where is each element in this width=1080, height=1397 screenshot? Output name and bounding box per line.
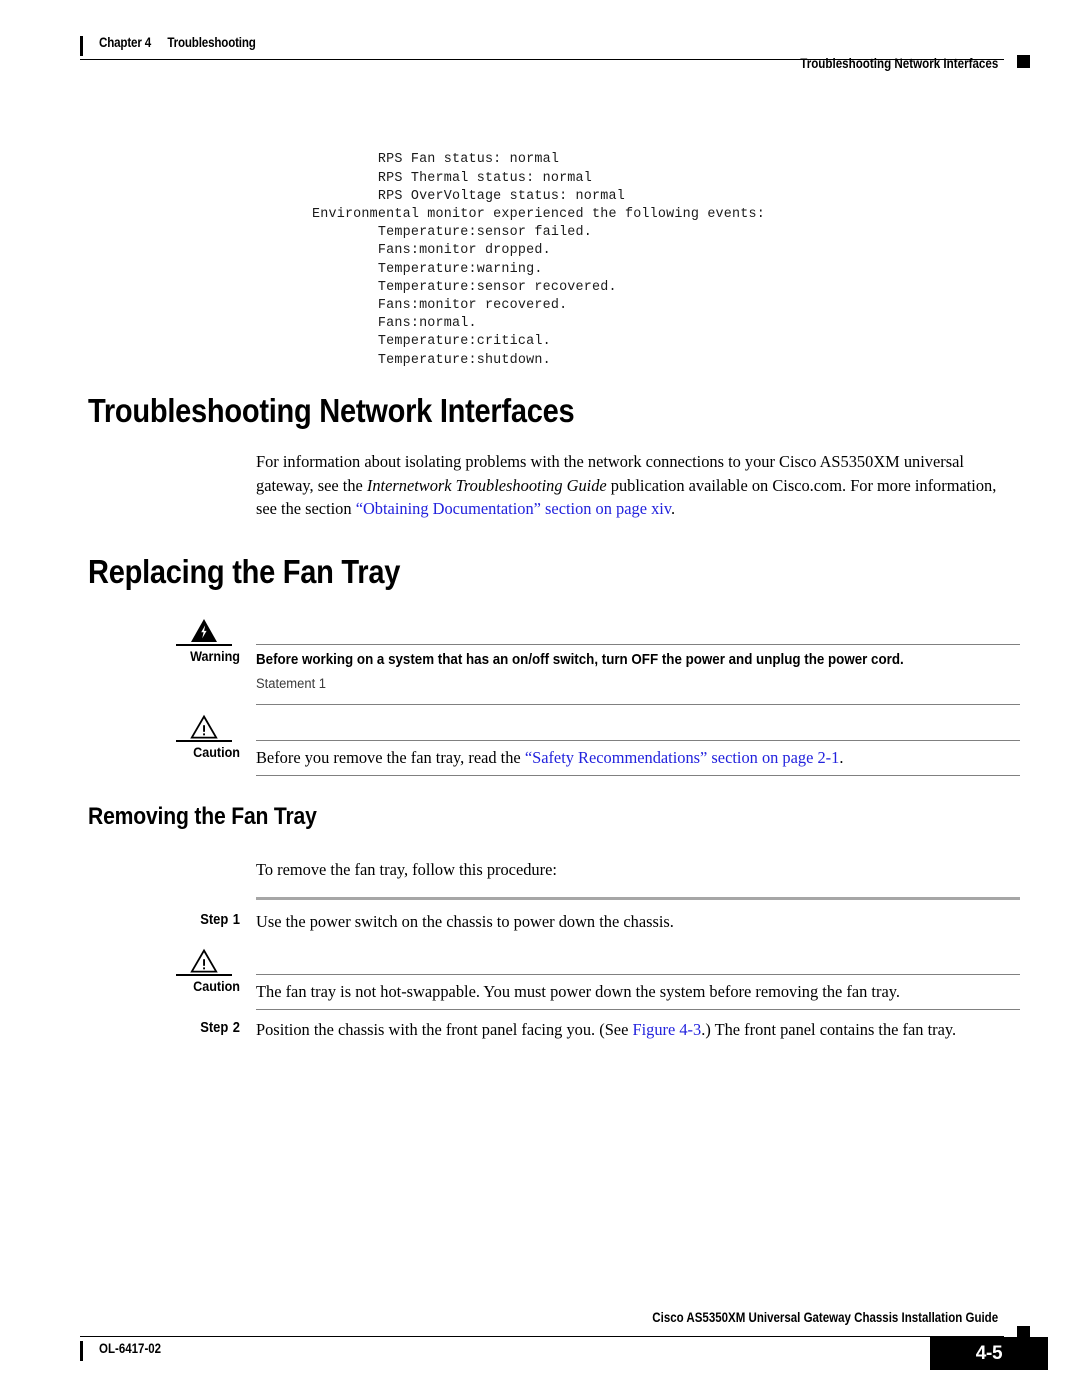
warning-icon-underline-rule <box>176 644 232 646</box>
step-2-label-word: Step <box>200 1020 229 1036</box>
section-heading-replacing-the-fan-tray: Replacing the Fan Tray <box>88 553 401 590</box>
procedure-top-rule <box>256 897 1020 900</box>
warning-bottom-rule <box>256 704 1020 705</box>
caution-exclamation-triangle-icon <box>182 714 226 740</box>
breadcrumb-chapter-number: Chapter 4 <box>99 35 152 50</box>
caution-1-text-part-2: . <box>839 748 844 767</box>
caution-1-text-part-1: Before you remove the fan tray, read the <box>256 748 525 767</box>
breadcrumb-chapter-title: Troubleshooting <box>167 35 256 50</box>
step-2-text-part-1: Position the chassis with the front pane… <box>256 1020 633 1039</box>
intro-paragraph: For information about isolating problems… <box>256 450 1020 521</box>
step-1-label-word: Step <box>200 912 229 928</box>
subsection-heading-removing-the-fan-tray: Removing the Fan Tray <box>88 803 317 830</box>
page-number-badge: 4-5 <box>930 1337 1048 1370</box>
step-1-label: Step 1 <box>175 912 240 928</box>
caution-icon-underline-rule-2 <box>176 974 232 976</box>
document-page: Chapter 4 Troubleshooting Troubleshooting… <box>0 0 1080 1397</box>
caution-bottom-rule-2 <box>256 1009 1020 1010</box>
step-2-text: Position the chassis with the front pane… <box>256 1018 1020 1042</box>
caution-label-1: Caution <box>193 744 240 760</box>
footer-document-id: OL-6417-02 <box>99 1341 162 1356</box>
caution-top-rule-2 <box>256 974 1020 975</box>
step-2-text-part-2: .) The front panel contains the fan tray… <box>701 1020 957 1039</box>
procedure-lead-in-text: To remove the fan tray, follow this proc… <box>256 860 557 879</box>
link-obtaining-documentation[interactable]: “Obtaining Documentation” section on pag… <box>356 499 671 518</box>
intro-book-title-italic: Internetwork Troubleshooting Guide <box>366 475 607 495</box>
warning-lightning-triangle-icon <box>182 618 226 644</box>
footer-divider-rule <box>80 1336 1004 1337</box>
warning-statement-number: Statement 1 <box>256 676 327 692</box>
warning-text: Before working on a system that has an o… <box>256 650 1080 695</box>
page-footer: Cisco AS5350XM Universal Gateway Chassis… <box>80 1300 1048 1370</box>
link-figure-4-3[interactable]: Figure 4-3 <box>632 1020 701 1039</box>
step-1-number: 1 <box>232 912 240 928</box>
header-black-square-marker <box>1017 55 1030 68</box>
header-left-tick-mark <box>80 36 83 56</box>
step-1-text: Use the power switch on the chassis to p… <box>256 912 674 931</box>
console-output-code-block: RPS Fan status: normal RPS Thermal statu… <box>312 152 765 368</box>
caution-label-2: Caution <box>193 978 240 994</box>
caution-bottom-rule-1 <box>256 775 1020 776</box>
link-safety-recommendations[interactable]: “Safety Recommendations” section on page… <box>525 748 840 767</box>
page-header: Chapter 4 Troubleshooting Troubleshooting… <box>80 30 1030 80</box>
step-2-number: 2 <box>232 1020 240 1036</box>
footer-left-tick-mark <box>80 1341 83 1361</box>
footer-guide-title: Cisco AS5350XM Universal Gateway Chassis… <box>652 1310 998 1325</box>
section-heading-troubleshooting-network-interfaces: Troubleshooting Network Interfaces <box>88 392 575 429</box>
warning-message: Before working on a system that has an o… <box>256 652 904 668</box>
intro-text-part-3: . <box>670 499 676 518</box>
warning-top-rule <box>256 644 1020 645</box>
breadcrumb: Chapter 4 Troubleshooting <box>99 35 256 50</box>
caution-exclamation-triangle-icon <box>182 948 226 974</box>
running-head-title: Troubleshooting Network Interfaces <box>799 56 998 71</box>
caution-top-rule-1 <box>256 740 1020 741</box>
caution-icon-underline-rule-1 <box>176 740 232 742</box>
step-2-label: Step 2 <box>175 1020 240 1036</box>
warning-label: Warning <box>190 648 240 664</box>
caution-text-2: The fan tray is not hot-swappable. You m… <box>256 982 900 1001</box>
caution-text-1: Before you remove the fan tray, read the… <box>256 746 1020 769</box>
